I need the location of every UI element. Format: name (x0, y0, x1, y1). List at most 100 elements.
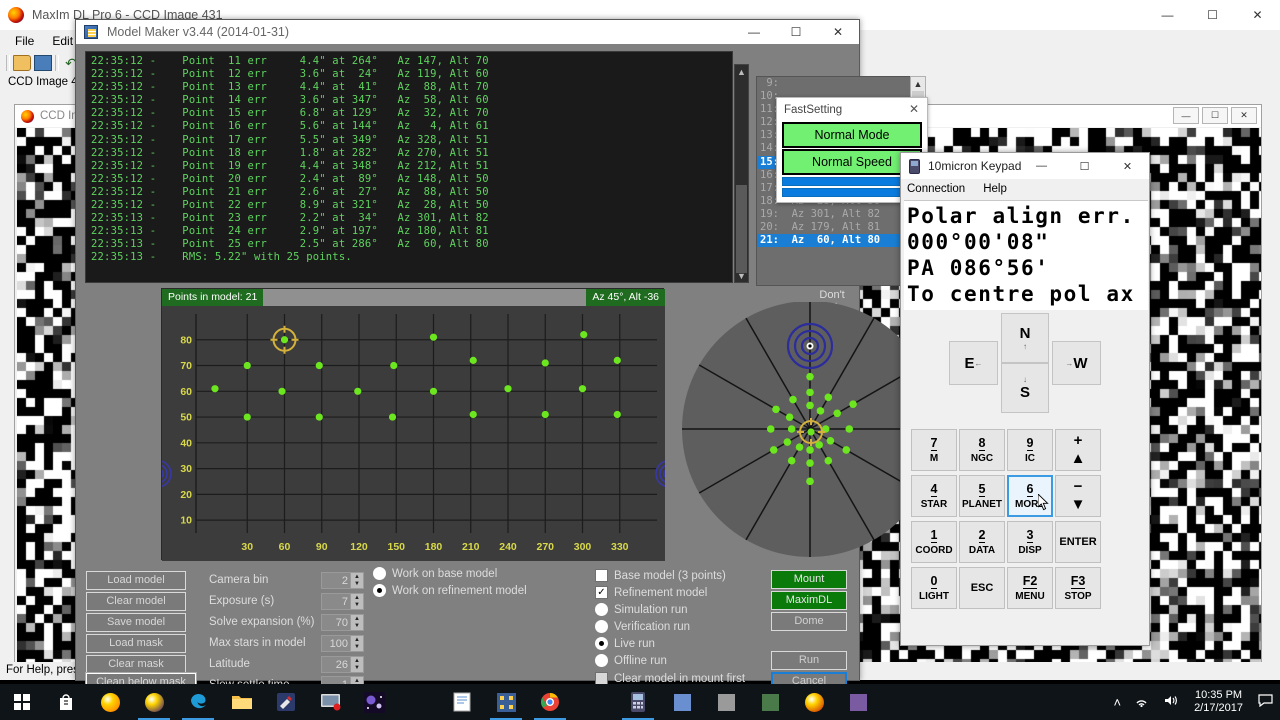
key-4-star[interactable]: 4STAR (911, 475, 957, 517)
east-button[interactable]: E← (949, 341, 998, 385)
mm-maximize-button[interactable]: ☐ (775, 20, 817, 44)
blank2-icon[interactable] (572, 684, 616, 720)
run-button[interactable]: Run (771, 651, 847, 670)
max-stars-input[interactable] (321, 635, 351, 652)
verification-run-radio-row[interactable]: Verification run (595, 620, 690, 633)
toolbar-grip[interactable] (6, 55, 10, 71)
refine-scroll-up-icon[interactable]: ▲ (911, 77, 925, 91)
keypad-menu-help[interactable]: Help (983, 183, 1017, 195)
key-6-more[interactable]: 6MORE (1007, 475, 1053, 517)
fastsetting-close-icon[interactable]: ✕ (903, 99, 925, 119)
latitude-input[interactable] (321, 656, 351, 673)
north-button[interactable]: N ↑ (1001, 313, 1049, 363)
stellarium-icon[interactable] (352, 684, 396, 720)
solve-expansion-stepper[interactable]: ▲▼ (321, 614, 364, 631)
exposure-input[interactable] (321, 593, 351, 610)
scroll-down-icon[interactable]: ▼ (735, 269, 748, 282)
clear-mask-button[interactable]: Clear mask (86, 655, 186, 674)
mount-connect-button[interactable]: Mount (771, 570, 847, 589)
menu-file[interactable]: File (6, 32, 43, 50)
mm-close-button[interactable]: ✕ (817, 20, 859, 44)
solve-expansion-input[interactable] (321, 614, 351, 631)
work-on-base-model-radio-row[interactable]: Work on base model (373, 567, 497, 580)
camera-bin-spin-buttons[interactable]: ▲▼ (351, 572, 364, 589)
key-2-data[interactable]: 2DATA (959, 521, 1005, 563)
refinement-model-checkbox-row[interactable]: ✓ Refinement model (595, 586, 707, 599)
polar-sky-chart[interactable] (668, 302, 930, 560)
blank-icon[interactable] (396, 684, 440, 720)
close-button[interactable]: ✕ (1235, 0, 1280, 30)
key-f2-menu[interactable]: F2MENU (1007, 567, 1053, 609)
normal-mode-button[interactable]: Normal Mode (782, 122, 922, 148)
max-stars-spin-buttons[interactable]: ▲▼ (351, 635, 364, 652)
simulation-run-radio-row[interactable]: Simulation run (595, 603, 688, 616)
windows-start-icon[interactable] (0, 684, 44, 720)
ccd-maximize-button[interactable]: ☐ (1202, 107, 1228, 124)
latitude-stepper[interactable]: ▲▼ (321, 656, 364, 673)
simulation-run-radio[interactable] (595, 603, 608, 616)
remote-desktop-icon[interactable] (308, 684, 352, 720)
load-model-button[interactable]: Load model (86, 571, 186, 590)
camera-bin-stepper[interactable]: ▲▼ (321, 572, 364, 589)
refine-list-item[interactable]: 9: (757, 77, 915, 90)
toolbar-grip-2[interactable] (55, 55, 59, 71)
open-folder-icon[interactable] (13, 55, 31, 71)
base-model-checkbox[interactable] (595, 569, 608, 582)
key-esc[interactable]: ESC (959, 567, 1005, 609)
camera-bin-input[interactable] (321, 572, 351, 589)
console-scrollbar[interactable]: ▲ ▼ (734, 64, 749, 283)
app-icon-3[interactable] (748, 684, 792, 720)
key-f3-stop[interactable]: F3STOP (1055, 567, 1101, 609)
refine-list-item[interactable]: 20: Az 179, Alt 81 (757, 221, 915, 234)
maxim-orb-icon[interactable] (132, 684, 176, 720)
model-maker-console-log[interactable]: 22:35:12 - Point 11 err 4.4" at 264° Az … (85, 51, 733, 283)
paint-icon[interactable] (264, 684, 308, 720)
taskbar-clock[interactable]: 10:35 PM 2/17/2017 (1186, 689, 1251, 715)
refine-list-item[interactable]: 21: Az 60, Alt 80 (757, 234, 915, 247)
maximdl-connect-button[interactable]: MaximDL (771, 591, 847, 610)
keypad-close-button[interactable]: ✕ (1106, 153, 1149, 179)
app-icon-1[interactable] (660, 684, 704, 720)
key-7-m[interactable]: 7M (911, 429, 957, 471)
dome-connect-button[interactable]: Dome (771, 612, 847, 631)
scrollbar-thumb[interactable] (736, 185, 747, 273)
refine-list-item[interactable]: 19: Az 301, Alt 82 (757, 208, 915, 221)
max-stars-stepper[interactable]: ▲▼ (321, 635, 364, 652)
key-0-light[interactable]: 0LIGHT (911, 567, 957, 609)
maximize-button[interactable]: ☐ (1190, 0, 1235, 30)
key-minus-down[interactable]: −▼ (1055, 475, 1101, 517)
file-explorer-icon[interactable] (220, 684, 264, 720)
key-3-disp[interactable]: 3DISP (1007, 521, 1053, 563)
save-disk-icon[interactable] (34, 55, 52, 71)
key-9-ic[interactable]: 9IC (1007, 429, 1053, 471)
work-on-base-model-radio[interactable] (373, 567, 386, 580)
verification-run-radio[interactable] (595, 620, 608, 633)
keypad-minimize-button[interactable]: — (1020, 153, 1063, 179)
maxim-dl-icon[interactable] (88, 684, 132, 720)
keypad-icon[interactable] (616, 684, 660, 720)
work-on-refinement-model-radio[interactable] (373, 584, 386, 597)
network-icon[interactable] (1128, 694, 1157, 710)
latitude-spin-buttons[interactable]: ▲▼ (351, 656, 364, 673)
offline-run-radio[interactable] (595, 654, 608, 667)
load-mask-button[interactable]: Load mask (86, 634, 186, 653)
west-button[interactable]: →W (1052, 341, 1101, 385)
scroll-up-icon[interactable]: ▲ (735, 65, 748, 78)
live-run-radio-row[interactable]: Live run (595, 637, 655, 650)
live-run-radio[interactable] (595, 637, 608, 650)
mm-minimize-button[interactable]: — (733, 20, 775, 44)
base-model-checkbox-row[interactable]: Base model (3 points) (595, 569, 726, 582)
refinement-model-checkbox[interactable]: ✓ (595, 586, 608, 599)
model-maker-icon[interactable] (484, 684, 528, 720)
keypad-maximize-button[interactable]: ☐ (1063, 153, 1106, 179)
work-on-refinement-model-radio-row[interactable]: Work on refinement model (373, 584, 527, 597)
maxim-app-icon[interactable] (792, 684, 836, 720)
offline-run-radio-row[interactable]: Offline run (595, 654, 667, 667)
tray-chevron-icon[interactable]: ˄ (1106, 695, 1128, 710)
south-button[interactable]: ↓ S (1001, 363, 1049, 413)
ccd-close-button[interactable]: ✕ (1231, 107, 1257, 124)
key-plus-up[interactable]: +▲ (1055, 429, 1101, 471)
solve-expansion-spin-buttons[interactable]: ▲▼ (351, 614, 364, 631)
notepad-icon[interactable] (440, 684, 484, 720)
minimize-button[interactable]: — (1145, 0, 1190, 30)
